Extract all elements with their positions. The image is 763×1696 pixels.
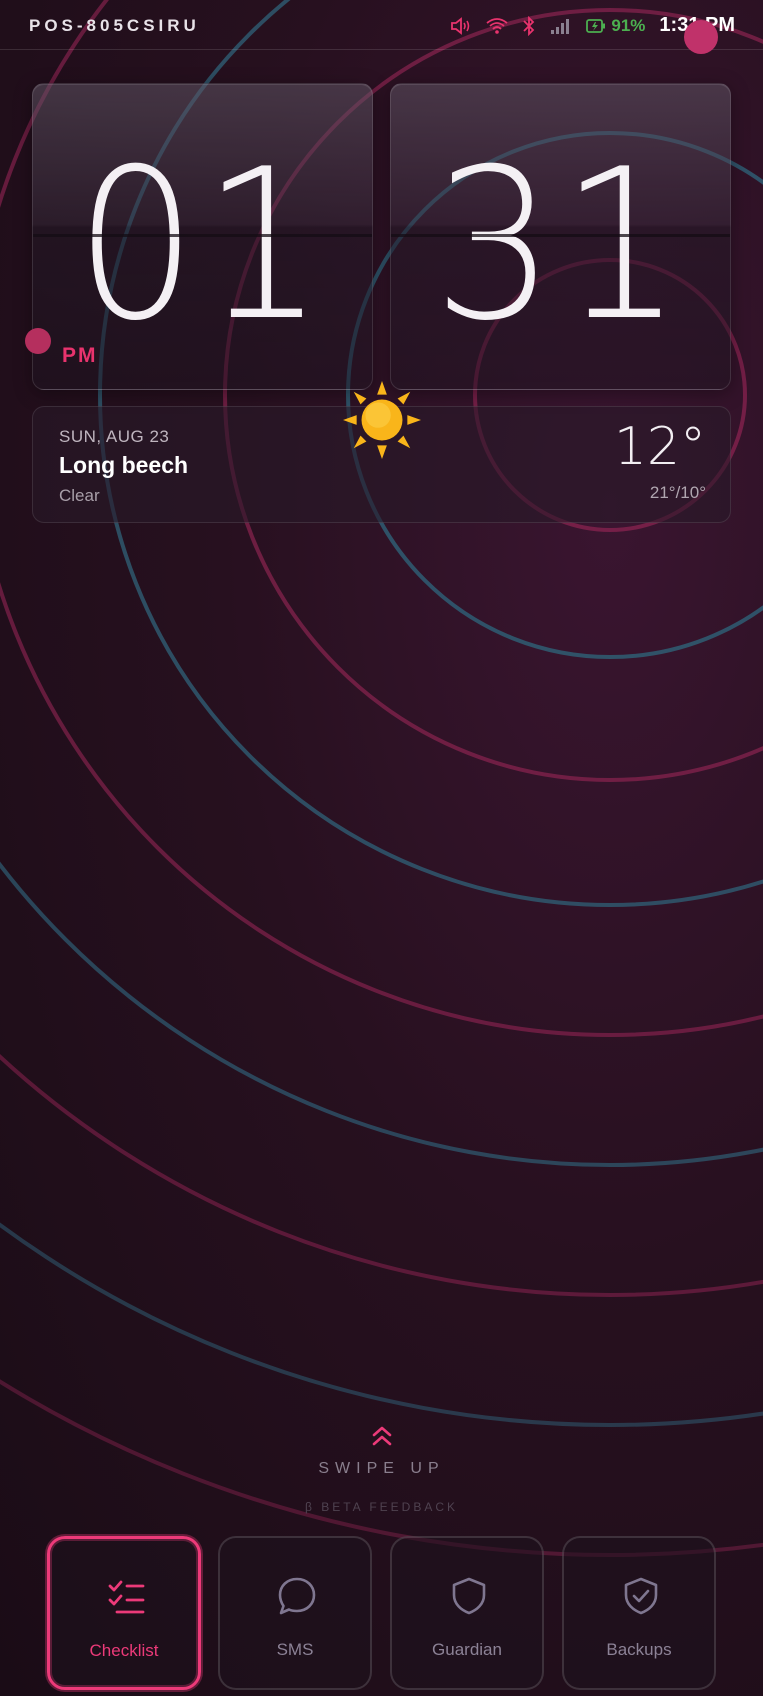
shield-check-icon	[624, 1577, 658, 1615]
nav-sms-button[interactable]: SMS	[218, 1536, 372, 1690]
nav-backups-button[interactable]: Backups	[562, 1536, 716, 1690]
nav-backups-label: Backups	[606, 1640, 672, 1659]
status-bar: POS-805CSIRU 91% 1:31 PM	[0, 0, 763, 50]
nav-sms-label: SMS	[276, 1640, 314, 1659]
nav-guardian-button[interactable]: Guardian	[390, 1536, 544, 1690]
floating-dot	[25, 328, 51, 354]
speaker-icon	[451, 16, 470, 35]
clock-minutes-card: 31	[390, 83, 731, 390]
chat-bubble-icon	[278, 1577, 316, 1615]
swipe-up-label[interactable]: SWIPE UP	[0, 1460, 763, 1478]
signal-icon	[551, 18, 570, 34]
battery-percentage: 91%	[611, 15, 646, 35]
weather-date: SUN, AUG 23	[59, 427, 170, 446]
nav-checklist-button[interactable]: Checklist	[47, 1536, 201, 1690]
weather-temperature: 12°	[613, 417, 706, 477]
clock-minutes: 31	[433, 125, 688, 367]
clock-hours: 01	[75, 125, 330, 367]
battery-group: 91%	[586, 16, 645, 36]
sun-icon	[343, 381, 421, 459]
shield-icon	[452, 1577, 486, 1615]
wifi-icon	[486, 17, 508, 34]
clock-ampm: PM	[62, 344, 98, 367]
floating-dot	[684, 20, 718, 54]
weather-range: 21°/10°	[649, 483, 706, 502]
battery-icon	[586, 18, 606, 33]
device-id: POS-805CSIRU	[29, 16, 200, 35]
checklist-icon	[108, 1580, 145, 1614]
weather-condition: Clear	[59, 486, 100, 505]
nav-checklist-label: Checklist	[89, 1641, 159, 1660]
weather-city: Long beech	[59, 452, 189, 478]
nav-guardian-label: Guardian	[432, 1640, 502, 1659]
bluetooth-icon	[523, 15, 535, 36]
flip-divider	[33, 234, 372, 237]
flip-divider	[391, 234, 730, 237]
beta-feedback-link[interactable]: β BETA FEEDBACK	[0, 1500, 763, 1514]
chevron-up-icon[interactable]	[371, 1424, 393, 1448]
